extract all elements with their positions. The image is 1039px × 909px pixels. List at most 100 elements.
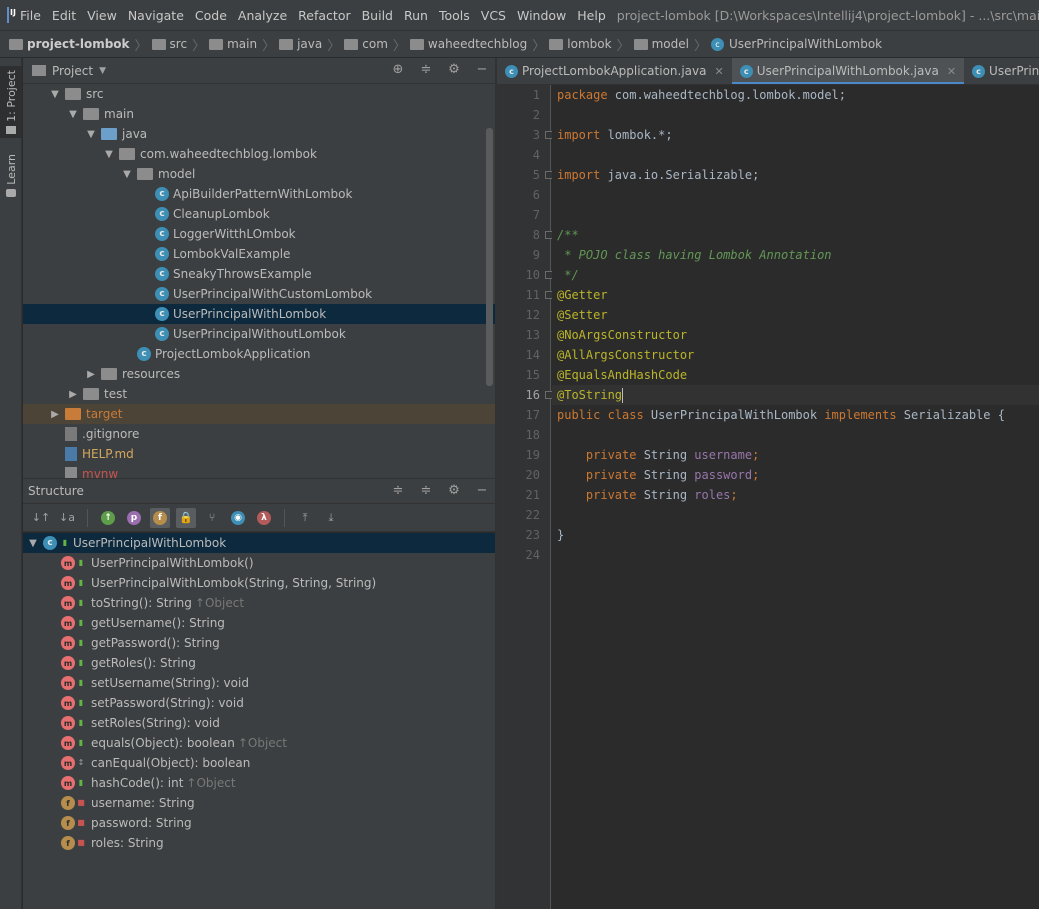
close-icon[interactable]: ✕ (947, 65, 956, 78)
menu-item[interactable]: Code (195, 8, 227, 23)
menu-item[interactable]: Build (362, 8, 393, 23)
collapse-all-icon[interactable]: ≑ (419, 484, 433, 498)
menu-item[interactable]: Window (517, 8, 566, 23)
chevron-down-icon[interactable]: ▼ (49, 89, 61, 100)
chevron-down-icon[interactable]: ▼ (85, 129, 97, 140)
code-line: @ToString (552, 385, 1039, 405)
tree-item[interactable]: c SneakyThrowsExample (23, 264, 495, 284)
sort-by-visibility-icon[interactable]: ↓↑ (31, 508, 51, 528)
locate-icon[interactable]: ⊕ (391, 63, 405, 77)
tool-tab-project[interactable]: 1: Project (0, 66, 22, 138)
show-non-public-icon[interactable]: 🔒 (176, 507, 196, 528)
chevron-down-icon[interactable]: ▼ (103, 149, 115, 160)
public-icon: ▮ (78, 718, 84, 727)
structure-member[interactable]: f ■ username: String (23, 793, 495, 813)
show-fields-icon[interactable]: f (150, 507, 170, 528)
tree-item[interactable]: ▼ model (23, 164, 495, 184)
chevron-down-icon[interactable]: ▼ (99, 66, 106, 76)
structure-member[interactable]: m ▮ toString(): String ↑Object (23, 593, 495, 613)
tree-item[interactable]: .gitignore (23, 424, 495, 444)
tree-item[interactable]: c ApiBuilderPatternWithLombok (23, 184, 495, 204)
gear-icon[interactable]: ⚙ (447, 484, 461, 498)
code-line: @Getter (552, 285, 1039, 305)
tree-item[interactable]: ▼ com.waheedtechblog.lombok (23, 144, 495, 164)
structure-member[interactable]: m ▮ setUsername(String): void (23, 673, 495, 693)
tree-item[interactable]: ▼ java (23, 124, 495, 144)
breadcrumb-item[interactable]: lombok 〉 (549, 35, 630, 54)
chevron-down-icon[interactable]: ▼ (121, 169, 133, 180)
breadcrumb-item[interactable]: project-lombok 〉 (9, 35, 148, 54)
breadcrumb-item[interactable]: waheedtechblog 〉 (409, 35, 545, 54)
tree-item[interactable]: ▼ src (23, 84, 495, 104)
tree-item[interactable]: ▼ main (23, 104, 495, 124)
tree-item[interactable]: c LoggerWitthLOmbok (23, 224, 495, 244)
editor-tab[interactable]: c UserPrincipalWithLombok.java ✕ (731, 58, 965, 84)
sort-alphabetically-icon[interactable]: ↓a (57, 508, 77, 528)
collapse-all-icon[interactable]: ≑ (419, 63, 433, 77)
chevron-down-icon[interactable]: ▼ (27, 538, 39, 549)
structure-member[interactable]: m ▮ getPassword(): String (23, 633, 495, 653)
chevron-down-icon[interactable]: ▼ (67, 109, 79, 120)
structure-member[interactable]: f ■ password: String (23, 813, 495, 833)
minimize-icon[interactable]: − (475, 484, 489, 498)
code-token: @EqualsAndHashCode (557, 368, 688, 382)
structure-member[interactable]: m ▮ hashCode(): int ↑Object (23, 773, 495, 793)
expand-all-icon[interactable]: ≑ (391, 484, 405, 498)
project-view-selector[interactable]: Project (52, 64, 93, 78)
show-lambdas-icon[interactable]: ◉ (228, 508, 248, 528)
menu-item[interactable]: VCS (481, 8, 506, 23)
menu-item[interactable]: File (20, 8, 41, 23)
menu-item[interactable]: Navigate (128, 8, 184, 23)
autoscroll-to-source-icon[interactable]: ⤒ (295, 508, 315, 528)
tree-item[interactable]: ▶ target (23, 404, 495, 424)
tree-item[interactable]: c UserPrincipalWithoutLombok (23, 324, 495, 344)
close-icon[interactable]: ✕ (714, 65, 723, 78)
chevron-right-icon[interactable]: ▶ (49, 409, 61, 420)
lambda-icon[interactable]: λ (254, 508, 274, 528)
menu-item[interactable]: Help (577, 8, 606, 23)
project-tree-scrollbar[interactable] (486, 128, 493, 386)
structure-member[interactable]: m ▮ UserPrincipalWithLombok() (23, 553, 495, 573)
tree-item[interactable]: ▶ resources (23, 364, 495, 384)
autoscroll-from-source-icon[interactable]: ⤓ (321, 508, 341, 528)
show-inherited-icon[interactable]: ↑ (98, 508, 118, 528)
tree-item[interactable]: HELP.md (23, 444, 495, 464)
show-properties-icon[interactable]: p (124, 508, 144, 528)
show-anonymous-icon[interactable]: ⑂ (202, 508, 222, 528)
structure-member[interactable]: m ▮ setPassword(String): void (23, 693, 495, 713)
structure-member[interactable]: m ▮ equals(Object): boolean ↑Object (23, 733, 495, 753)
structure-member[interactable]: m ▮ setRoles(String): void (23, 713, 495, 733)
menu-item[interactable]: View (87, 8, 117, 23)
structure-member[interactable]: m ▮ getRoles(): String (23, 653, 495, 673)
chevron-right-icon[interactable]: ▶ (67, 389, 79, 400)
tool-tab-learn[interactable]: Learn (0, 150, 22, 201)
menu-item[interactable]: Run (404, 8, 428, 23)
breadcrumb-item[interactable]: c UserPrincipalWithLombok (710, 37, 882, 51)
menu-item[interactable]: Edit (52, 8, 76, 23)
structure-member[interactable]: m ▮ getUsername(): String (23, 613, 495, 633)
menu-item[interactable]: Refactor (298, 8, 350, 23)
menu-item[interactable]: Analyze (238, 8, 287, 23)
tree-item[interactable]: c UserPrincipalWithLombok (23, 304, 495, 324)
tree-item[interactable]: c UserPrincipalWithCustomLombok (23, 284, 495, 304)
breadcrumb-item[interactable]: java 〉 (279, 35, 340, 54)
structure-member[interactable]: m ↕ canEqual(Object): boolean (23, 753, 495, 773)
editor-tab[interactable]: cUserPrincipalWit (964, 58, 1039, 84)
code-editor[interactable]: package com.waheedtechblog.lombok.model;… (552, 85, 1039, 909)
gear-icon[interactable]: ⚙ (447, 63, 461, 77)
chevron-right-icon[interactable]: ▶ (85, 369, 97, 380)
structure-member[interactable]: f ■ roles: String (23, 833, 495, 853)
tree-item[interactable]: c ProjectLombokApplication (23, 344, 495, 364)
breadcrumb-item[interactable]: model 〉 (633, 35, 707, 54)
structure-root[interactable]: ▼ c ▮ UserPrincipalWithLombok (23, 533, 495, 553)
breadcrumb-item[interactable]: main 〉 (209, 35, 275, 54)
structure-member[interactable]: m ▮ UserPrincipalWithLombok(String, String… (23, 573, 495, 593)
tree-item[interactable]: ▶ test (23, 384, 495, 404)
breadcrumb-item[interactable]: com 〉 (344, 35, 406, 54)
editor-tab[interactable]: c ProjectLombokApplication.java ✕ (497, 58, 732, 84)
tree-item[interactable]: c LombokValExample (23, 244, 495, 264)
minimize-icon[interactable]: − (475, 63, 489, 77)
menu-item[interactable]: Tools (439, 8, 470, 23)
breadcrumb-item[interactable]: src 〉 (151, 35, 205, 54)
tree-item[interactable]: c CleanupLombok (23, 204, 495, 224)
